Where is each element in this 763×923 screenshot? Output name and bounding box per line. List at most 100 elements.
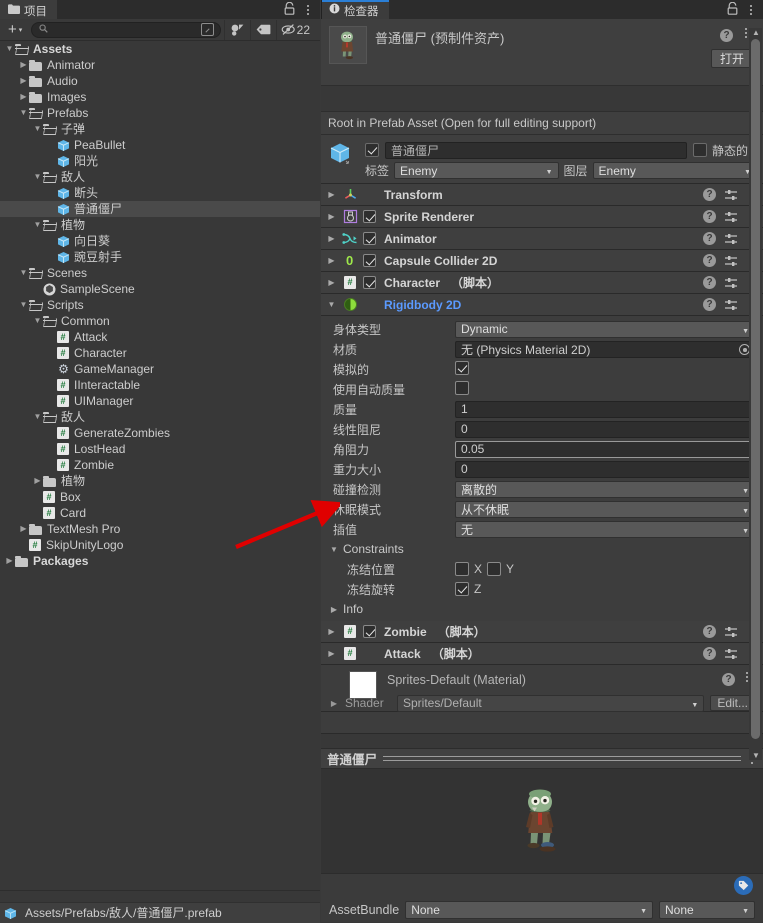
- chevron-right-icon[interactable]: ▶: [326, 256, 337, 265]
- chevron-right-icon[interactable]: ▶: [18, 525, 29, 533]
- freeze-rotation-z-checkbox[interactable]: [455, 582, 469, 596]
- chevron-right-icon[interactable]: ▶: [18, 93, 29, 101]
- chevron-down-icon[interactable]: ▼: [326, 300, 337, 309]
- help-icon[interactable]: ?: [720, 29, 733, 42]
- chevron-right-icon[interactable]: ▶: [32, 477, 43, 485]
- static-toggle-group[interactable]: 静态的 ▾: [692, 142, 757, 159]
- chevron-down-icon[interactable]: ▼: [32, 317, 43, 325]
- angular-drag-field[interactable]: 0.05: [455, 440, 755, 458]
- lock-icon[interactable]: [284, 1, 295, 17]
- save-search-icon[interactable]: [200, 23, 214, 36]
- tree-item-GameManager[interactable]: ▶⚙GameManager: [0, 361, 320, 377]
- auto-mass-checkbox[interactable]: [455, 380, 469, 395]
- tree-item-Character[interactable]: ▶#Character: [0, 345, 320, 361]
- help-icon[interactable]: ?: [722, 673, 735, 686]
- component-row-rigidbody-2d[interactable]: ▼ Rigidbody 2D?: [321, 294, 763, 316]
- chevron-right-icon[interactable]: ▶: [18, 61, 29, 69]
- search-input[interactable]: [48, 23, 201, 36]
- chevron-down-icon[interactable]: ▼: [4, 45, 15, 53]
- help-icon[interactable]: ?: [703, 232, 716, 245]
- tab-project[interactable]: 项目: [0, 0, 57, 19]
- chevron-down-icon[interactable]: ▼: [18, 109, 29, 117]
- tree-item-Scenes[interactable]: ▼ Scenes: [0, 265, 320, 281]
- tree-item-Attack[interactable]: ▶#Attack: [0, 329, 320, 345]
- help-icon[interactable]: ?: [703, 188, 716, 201]
- tree-item-Assets[interactable]: ▼ Assets: [0, 41, 320, 57]
- label-filter-button[interactable]: [249, 19, 276, 40]
- chevron-down-icon[interactable]: ▼: [32, 221, 43, 229]
- asset-label-icon[interactable]: [734, 876, 753, 895]
- help-icon[interactable]: ?: [703, 625, 716, 638]
- open-prefab-button[interactable]: 打开: [710, 49, 753, 68]
- preset-icon[interactable]: [724, 299, 738, 311]
- tree-item-子弹[interactable]: ▼ 子弹: [0, 121, 320, 137]
- tree-item-普通僵尸[interactable]: ▶普通僵尸: [0, 201, 320, 217]
- chevron-right-icon[interactable]: ▶: [18, 77, 29, 85]
- tree-item-TextMesh Pro[interactable]: ▶ TextMesh Pro: [0, 521, 320, 537]
- component-enabled-checkbox[interactable]: [363, 254, 376, 267]
- scroll-up-arrow-icon[interactable]: ▲: [752, 28, 760, 37]
- freeze-position-x-checkbox[interactable]: [455, 562, 469, 576]
- tag-dropdown[interactable]: Enemy ▼: [394, 162, 559, 179]
- collision-dropdown[interactable]: 离散的 ▼: [455, 480, 755, 498]
- preset-icon[interactable]: [724, 211, 738, 223]
- preset-icon[interactable]: [724, 233, 738, 245]
- component-row-animator[interactable]: ▶ Animator?: [321, 228, 763, 250]
- assetbundle-name-dropdown[interactable]: None ▼: [405, 901, 653, 919]
- tree-item-敌人[interactable]: ▼ 敌人: [0, 409, 320, 425]
- preset-icon[interactable]: [724, 626, 738, 638]
- chevron-right-icon[interactable]: ▶: [326, 234, 337, 243]
- scroll-down-arrow-icon[interactable]: ▼: [752, 751, 760, 760]
- tree-item-阳光[interactable]: ▶阳光: [0, 153, 320, 169]
- inspector-scrollbar[interactable]: ▲ ▼: [749, 28, 762, 760]
- kebab-menu-icon[interactable]: [746, 4, 756, 15]
- tree-item-SkipUnityLogo[interactable]: ▶#SkipUnityLogo: [0, 537, 320, 553]
- tab-inspector[interactable]: 检查器: [321, 0, 389, 19]
- component-row-transform[interactable]: ▶ Transform?: [321, 184, 763, 206]
- tree-item-SampleScene[interactable]: ▶SampleScene: [0, 281, 320, 297]
- chevron-down-icon[interactable]: ▼: [32, 125, 43, 133]
- lock-icon[interactable]: [727, 1, 738, 17]
- help-icon[interactable]: ?: [703, 254, 716, 267]
- assetbundle-variant-dropdown[interactable]: None ▼: [659, 901, 755, 919]
- gameobject-enabled-checkbox[interactable]: [365, 143, 379, 157]
- tree-item-植物[interactable]: ▶ 植物: [0, 473, 320, 489]
- preset-icon[interactable]: [724, 277, 738, 289]
- layer-dropdown[interactable]: Enemy ▼: [592, 162, 757, 179]
- component-row-zombie[interactable]: ▶ # Zombie （脚本）?: [321, 621, 763, 643]
- interpolate-dropdown[interactable]: 无 ▼: [455, 520, 755, 538]
- chevron-down-icon[interactable]: ▼: [18, 301, 29, 309]
- help-icon[interactable]: ?: [703, 276, 716, 289]
- static-checkbox[interactable]: [692, 143, 707, 157]
- component-enabled-checkbox[interactable]: [363, 625, 376, 638]
- search-input-wrap[interactable]: [31, 21, 221, 38]
- chevron-right-icon[interactable]: ▶: [326, 190, 337, 199]
- chevron-right-icon[interactable]: ▶: [326, 278, 337, 287]
- gravity-field[interactable]: 0: [455, 460, 755, 478]
- create-asset-button[interactable]: + ▾: [2, 20, 28, 39]
- tree-item-向日葵[interactable]: ▶向日葵: [0, 233, 320, 249]
- chevron-right-icon[interactable]: ▶: [326, 649, 337, 658]
- tree-item-敌人[interactable]: ▼ 敌人: [0, 169, 320, 185]
- shader-dropdown[interactable]: Sprites/Default ▼: [397, 694, 705, 712]
- component-enabled-checkbox[interactable]: [363, 210, 376, 223]
- chevron-right-icon[interactable]: ▶: [4, 557, 15, 565]
- constraints-foldout[interactable]: ▼ Constraints: [321, 539, 763, 559]
- tree-item-Images[interactable]: ▶ Images: [0, 89, 320, 105]
- tree-item-Packages[interactable]: ▶ Packages: [0, 553, 320, 569]
- tree-item-Zombie[interactable]: ▶#Zombie: [0, 457, 320, 473]
- preset-icon[interactable]: [724, 255, 738, 267]
- info-foldout[interactable]: ▶ Info: [321, 599, 763, 619]
- tree-item-豌豆射手[interactable]: ▶豌豆射手: [0, 249, 320, 265]
- material-object-field[interactable]: 无 (Physics Material 2D): [455, 340, 755, 358]
- tree-item-Common[interactable]: ▼ Common: [0, 313, 320, 329]
- chevron-down-icon[interactable]: ▼: [32, 413, 43, 421]
- tree-item-植物[interactable]: ▼ 植物: [0, 217, 320, 233]
- component-row-capsule-collider-2d[interactable]: ▶ 0 Capsule Collider 2D?: [321, 250, 763, 272]
- tree-item-Card[interactable]: ▶#Card: [0, 505, 320, 521]
- preset-icon[interactable]: [724, 189, 738, 201]
- chevron-down-icon[interactable]: ▼: [18, 269, 29, 277]
- chevron-right-icon[interactable]: ▶: [326, 627, 337, 636]
- help-icon[interactable]: ?: [703, 298, 716, 311]
- chevron-down-icon[interactable]: ▼: [32, 173, 43, 181]
